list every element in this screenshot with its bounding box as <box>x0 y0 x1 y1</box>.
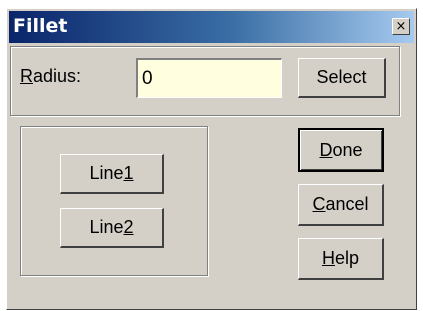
help-button[interactable]: Help <box>298 238 384 280</box>
select-button[interactable]: Select <box>298 58 386 98</box>
close-button[interactable]: × <box>392 18 410 35</box>
line1-button[interactable]: Line 1 <box>60 154 164 194</box>
close-icon: × <box>395 19 407 34</box>
lines-group <box>20 126 208 276</box>
title-bar[interactable]: Fillet × <box>9 11 414 43</box>
cancel-button[interactable]: Cancel <box>298 184 384 226</box>
line2-button[interactable]: Line 2 <box>60 208 164 248</box>
select-button-label: Select <box>316 67 367 87</box>
radius-label: Radius: <box>20 66 82 86</box>
done-button[interactable]: Done <box>298 128 384 172</box>
dialog-title: Fillet <box>13 15 68 37</box>
radius-input[interactable] <box>136 58 282 98</box>
